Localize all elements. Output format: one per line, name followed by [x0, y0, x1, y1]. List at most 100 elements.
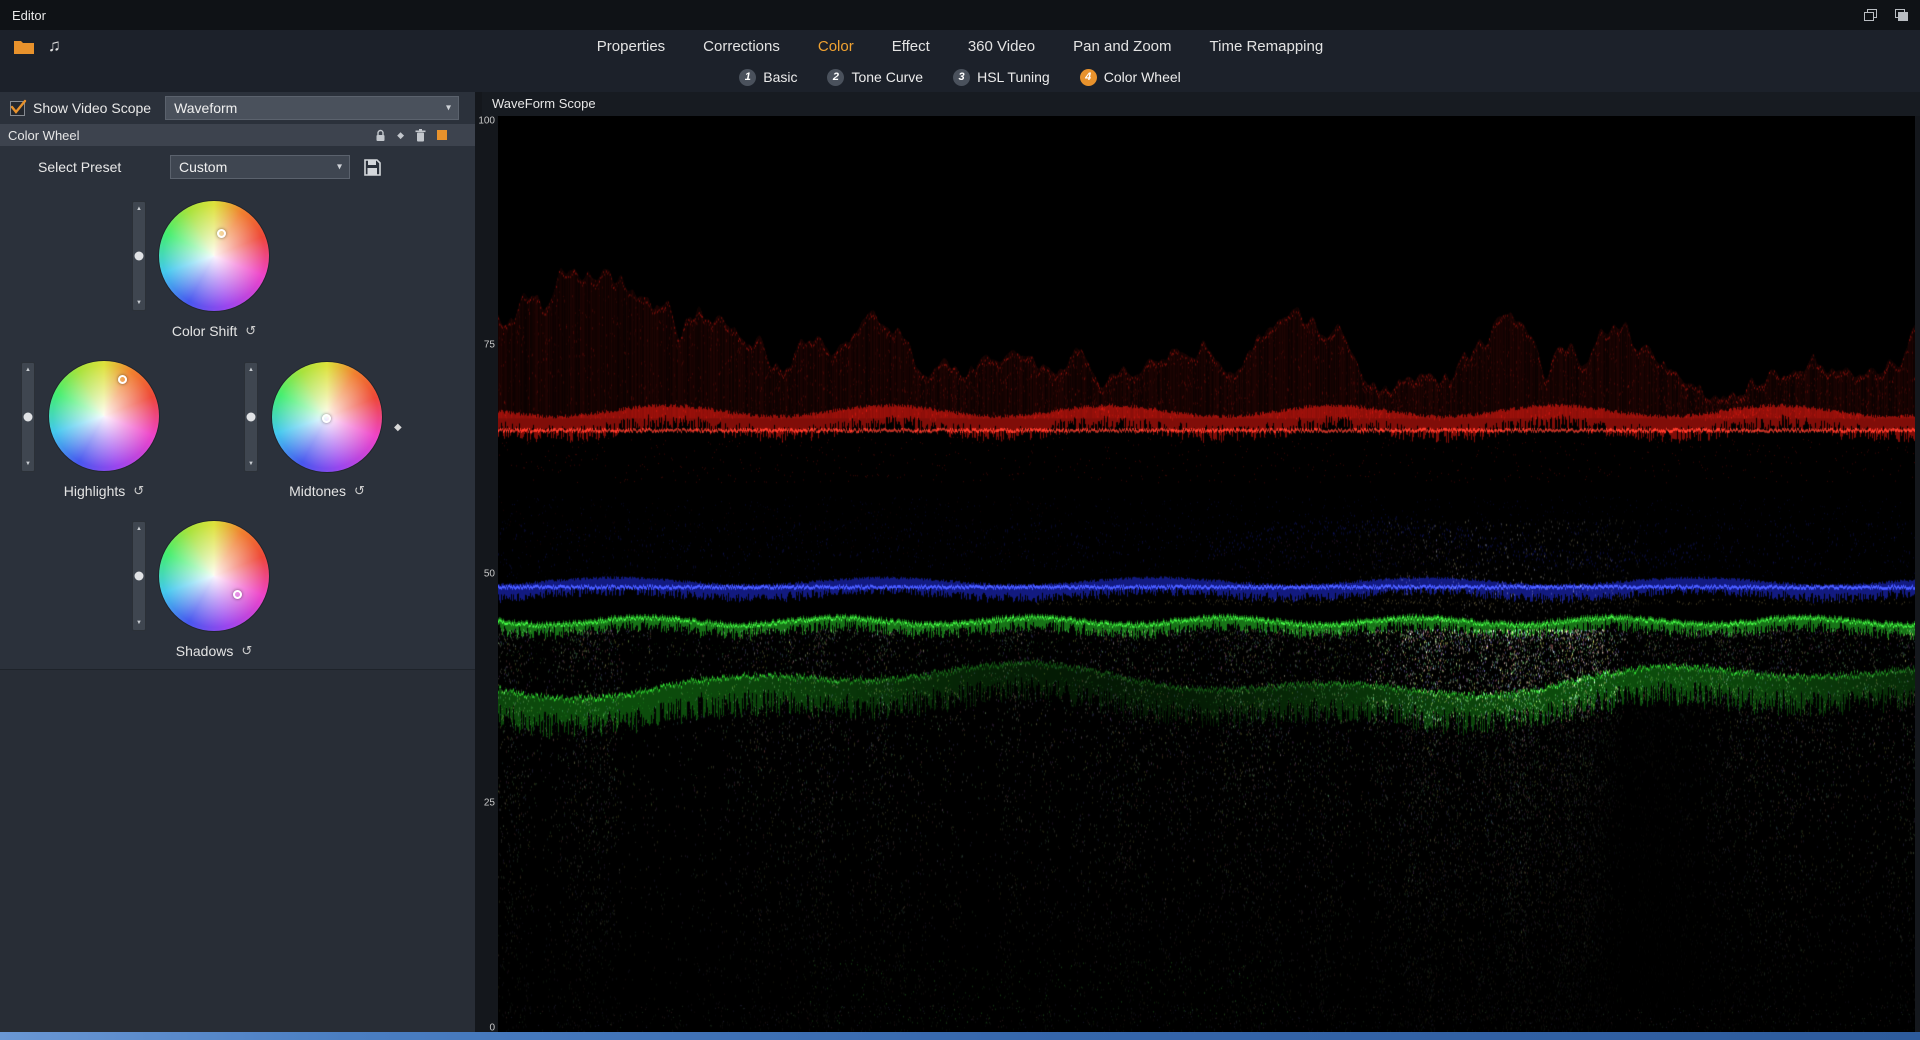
subtab-hsl-tuning-label: HSL Tuning — [977, 69, 1050, 85]
subtab-color-wheel-number: 4 — [1080, 69, 1097, 86]
media-folder-icon[interactable] — [14, 39, 34, 54]
slider-up-arrow-icon[interactable]: ▲ — [133, 206, 145, 212]
shadows-indicator[interactable] — [233, 590, 242, 599]
save-preset-button[interactable] — [360, 155, 384, 179]
music-note-icon[interactable]: ♫ — [48, 36, 61, 56]
subtab-basic[interactable]: 1 Basic — [739, 69, 797, 86]
color-wheel-section-header: Color Wheel ◆ — [0, 124, 475, 146]
tab-properties[interactable]: Properties — [597, 38, 665, 55]
media-icons: ♫ — [14, 30, 61, 62]
bottom-strip — [0, 1032, 1920, 1040]
axis-label-75: 75 — [484, 340, 495, 351]
waveform-scope-panel: WaveForm Scope 100 75 50 25 0 — [482, 92, 1920, 1032]
color-shift-reset-icon[interactable]: ↺ — [245, 323, 256, 339]
midtones-slider[interactable]: ▲ ▼ — [244, 362, 258, 472]
tab-bar: Properties Corrections Color Effect 360 … — [597, 38, 1323, 55]
keyframe-diamond-icon[interactable]: ◆ — [397, 130, 404, 141]
subtab-basic-label: Basic — [763, 69, 797, 85]
scope-axis: 100 75 50 25 0 — [482, 116, 497, 1032]
tab-corrections[interactable]: Corrections — [703, 38, 780, 55]
midtones-keyframe-icon[interactable]: ◆ — [394, 422, 402, 433]
window-controls — [1864, 9, 1908, 21]
shadows-slider[interactable]: ▲ ▼ — [132, 521, 146, 631]
titlebar: Editor — [0, 0, 1920, 30]
select-preset-label: Select Preset — [38, 159, 170, 175]
slider-down-arrow-icon[interactable]: ▼ — [22, 461, 34, 467]
highlights-wheel[interactable] — [49, 361, 159, 471]
midtones-label-row: Midtones ↺ — [242, 483, 412, 499]
tab-color[interactable]: Color — [818, 38, 854, 55]
chevron-down-icon: ▾ — [337, 162, 342, 173]
section-header-title: Color Wheel — [8, 128, 80, 143]
toolbar: ♫ Properties Corrections Color Effect 36… — [0, 30, 1920, 62]
tab-effect[interactable]: Effect — [892, 38, 930, 55]
subtab-bar: 1 Basic 2 Tone Curve 3 HSL Tuning 4 Colo… — [0, 62, 1920, 92]
color-shift-indicator[interactable] — [217, 229, 226, 238]
active-effect-swatch[interactable] — [437, 130, 447, 140]
axis-label-100: 100 — [478, 116, 495, 127]
shadows-label: Shadows — [176, 643, 234, 659]
slider-up-arrow-icon[interactable]: ▲ — [22, 367, 34, 373]
subtab-hsl-tuning-number: 3 — [953, 69, 970, 86]
slider-up-arrow-icon[interactable]: ▲ — [245, 367, 257, 373]
shadows-wheel[interactable] — [159, 521, 269, 631]
tab-pan-and-zoom[interactable]: Pan and Zoom — [1073, 38, 1171, 55]
midtones-indicator[interactable] — [322, 414, 331, 423]
highlights-label-row: Highlights ↺ — [19, 483, 189, 499]
highlights-reset-icon[interactable]: ↺ — [133, 483, 144, 499]
axis-label-25: 25 — [484, 798, 495, 809]
float-window-icon[interactable] — [1864, 9, 1877, 21]
color-shift-label: Color Shift — [172, 323, 237, 339]
preset-value: Custom — [179, 159, 227, 175]
midtones-label: Midtones — [289, 483, 346, 499]
slider-up-arrow-icon[interactable]: ▲ — [133, 526, 145, 532]
combine-windows-icon[interactable] — [1895, 9, 1908, 21]
axis-label-0: 0 — [489, 1023, 495, 1034]
slider-thumb[interactable] — [247, 413, 256, 422]
section-header-icons: ◆ — [375, 129, 447, 142]
color-wheel-panel: Show Video Scope Waveform ▾ Color Wheel … — [0, 92, 475, 1032]
waveform-canvas — [498, 116, 1915, 1032]
highlights-indicator[interactable] — [118, 375, 127, 384]
show-video-scope-label: Show Video Scope — [33, 100, 151, 116]
slider-down-arrow-icon[interactable]: ▼ — [245, 461, 257, 467]
scope-type-value: Waveform — [174, 100, 237, 116]
slider-thumb[interactable] — [135, 572, 144, 581]
subtab-tone-curve-number: 2 — [827, 69, 844, 86]
trash-icon[interactable] — [415, 129, 426, 142]
tab-time-remapping[interactable]: Time Remapping — [1210, 38, 1324, 55]
color-shift-slider[interactable]: ▲ ▼ — [132, 201, 146, 311]
shadows-label-row: Shadows ↺ — [129, 643, 299, 659]
scope-body: 100 75 50 25 0 — [482, 116, 1920, 1032]
tab-360-video[interactable]: 360 Video — [968, 38, 1035, 55]
highlights-label: Highlights — [64, 483, 125, 499]
show-video-scope-row: Show Video Scope Waveform ▾ — [10, 95, 459, 121]
preset-dropdown[interactable]: Custom ▾ — [170, 155, 350, 179]
subtab-tone-curve-label: Tone Curve — [851, 69, 923, 85]
editor-window: Editor ♫ Properties Corrections Color Ef… — [0, 0, 1920, 1040]
highlights-slider[interactable]: ▲ ▼ — [21, 362, 35, 472]
subtab-color-wheel-label: Color Wheel — [1104, 69, 1181, 85]
window-title: Editor — [12, 8, 46, 23]
preset-row: Select Preset Custom ▾ — [0, 155, 475, 179]
slider-thumb[interactable] — [24, 413, 33, 422]
slider-down-arrow-icon[interactable]: ▼ — [133, 620, 145, 626]
chevron-down-icon: ▾ — [446, 103, 451, 114]
show-video-scope-checkbox[interactable] — [10, 101, 25, 116]
axis-label-50: 50 — [484, 569, 495, 580]
slider-thumb[interactable] — [135, 252, 144, 261]
shadows-reset-icon[interactable]: ↺ — [241, 643, 252, 659]
subtab-color-wheel[interactable]: 4 Color Wheel — [1080, 69, 1181, 86]
subtab-tone-curve[interactable]: 2 Tone Curve — [827, 69, 923, 86]
scope-title: WaveForm Scope — [482, 92, 1920, 116]
main-area: Show Video Scope Waveform ▾ Color Wheel … — [0, 92, 1920, 1032]
lock-icon[interactable] — [375, 129, 386, 142]
color-shift-label-row: Color Shift ↺ — [129, 323, 299, 339]
midtones-reset-icon[interactable]: ↺ — [354, 483, 365, 499]
slider-down-arrow-icon[interactable]: ▼ — [133, 300, 145, 306]
color-shift-wheel[interactable] — [159, 201, 269, 311]
scope-type-dropdown[interactable]: Waveform ▾ — [165, 96, 459, 120]
subtab-hsl-tuning[interactable]: 3 HSL Tuning — [953, 69, 1050, 86]
subtab-basic-number: 1 — [739, 69, 756, 86]
midtones-wheel[interactable] — [272, 362, 382, 472]
